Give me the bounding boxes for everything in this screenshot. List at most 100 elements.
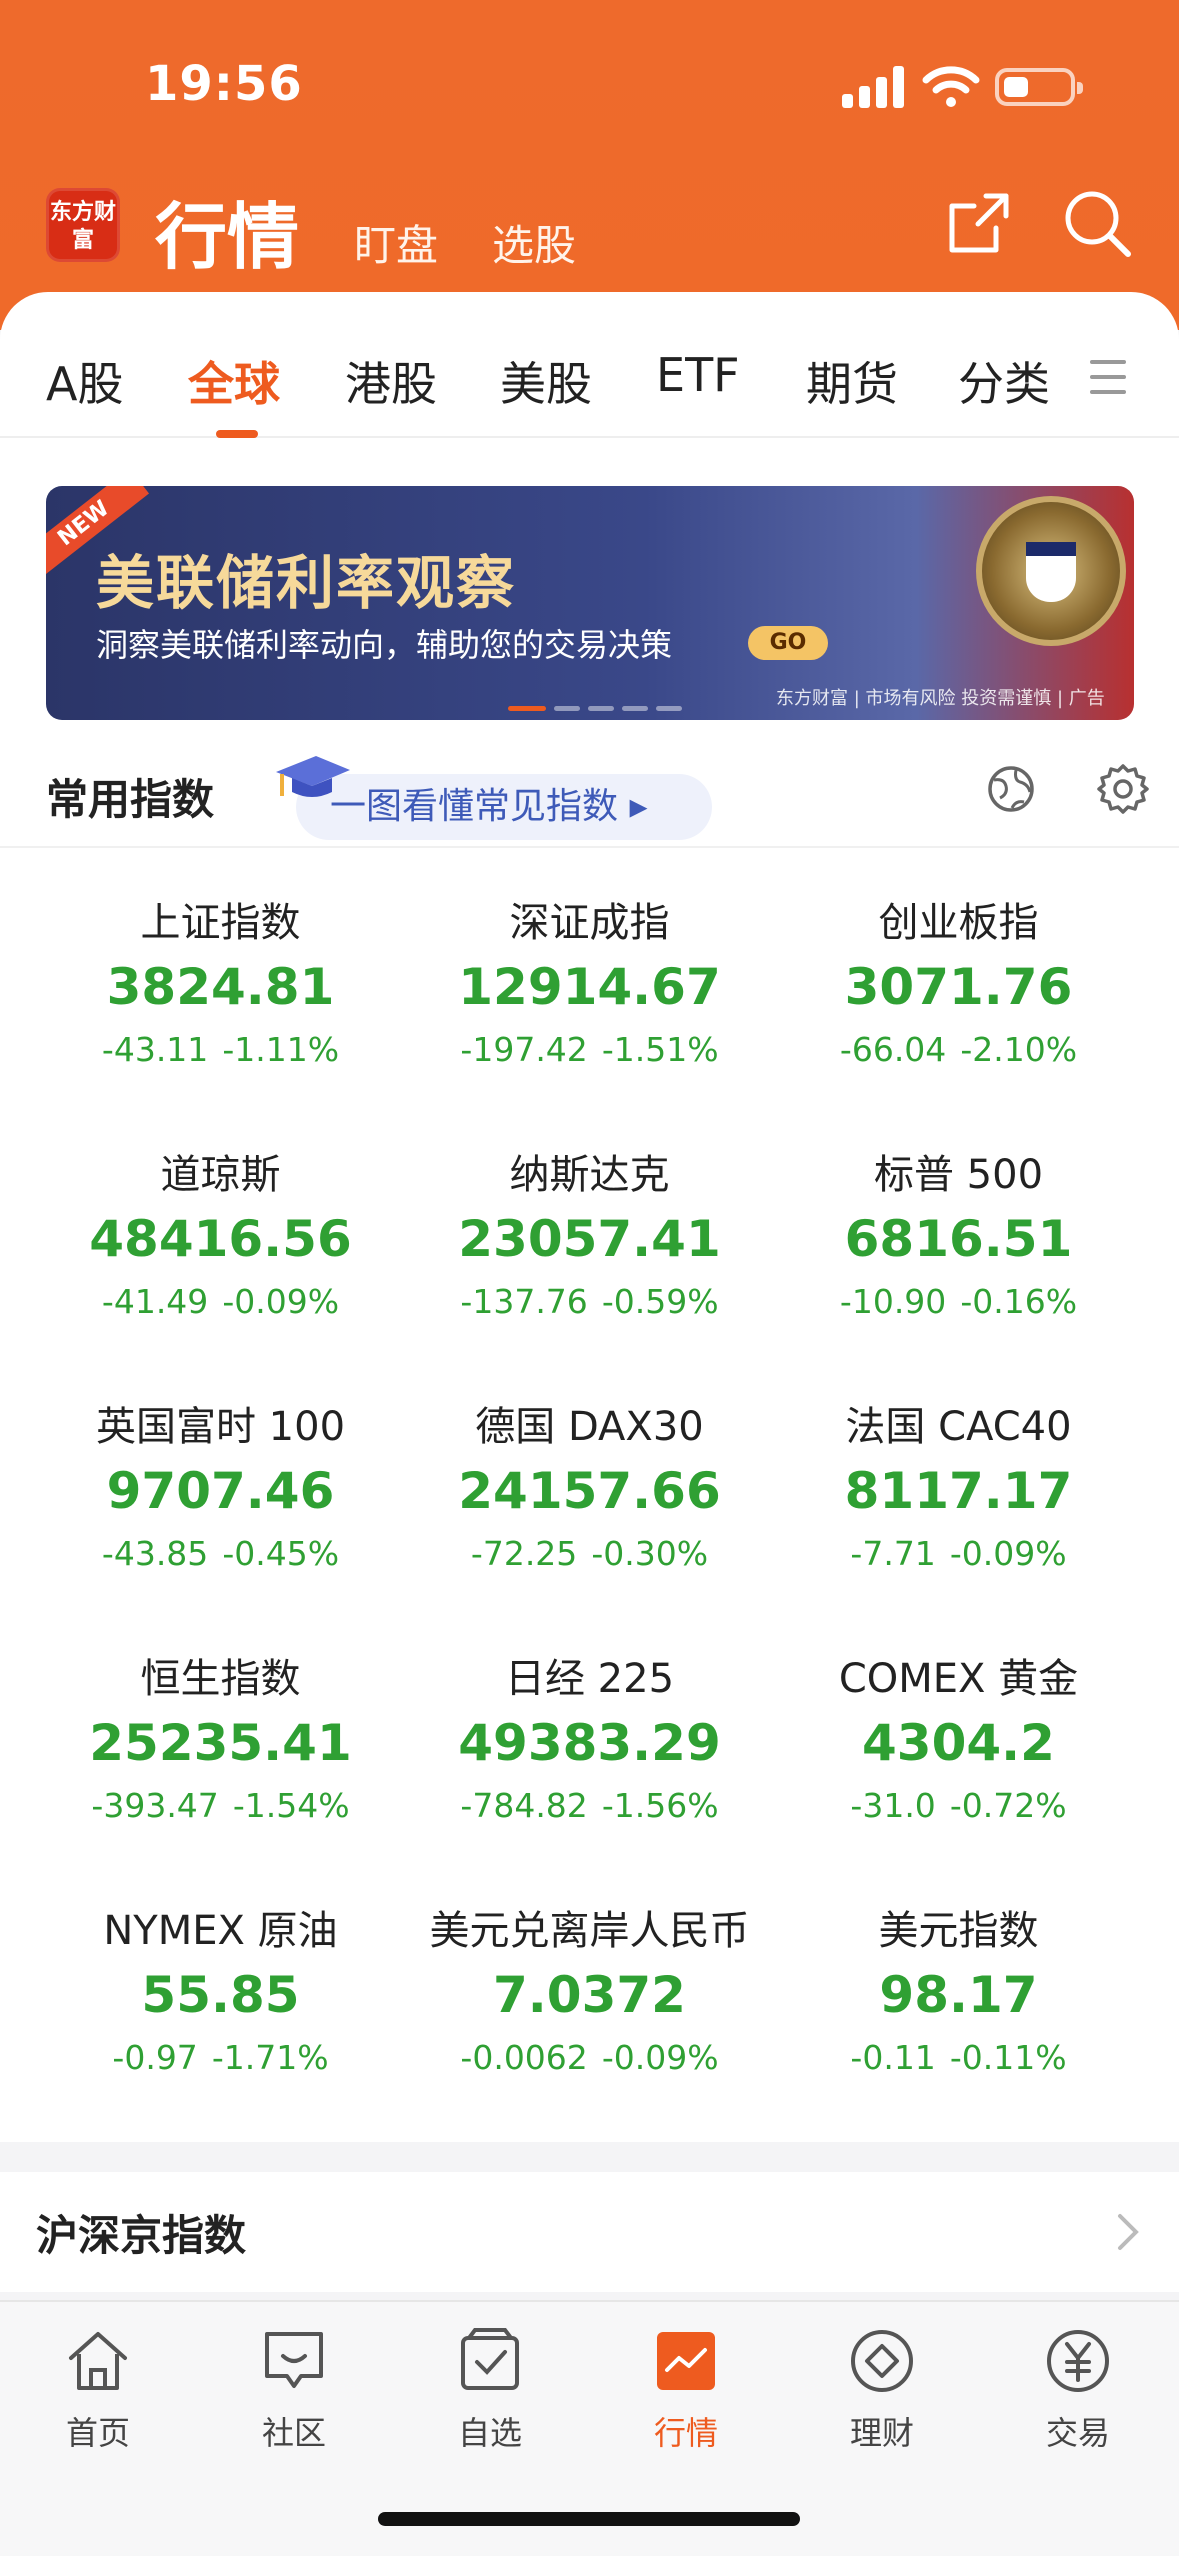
index-price: 3824.81: [106, 958, 335, 1016]
index-name: 法国 CAC40: [845, 1404, 1072, 1450]
globe-icon[interactable]: [986, 764, 1036, 814]
tab-indicator: [216, 430, 258, 438]
index-change: -0.97 -1.71%: [112, 2038, 329, 2077]
battery-icon: [995, 68, 1083, 106]
tab-category[interactable]: 分类: [958, 348, 1050, 414]
index-change: -31.0 -0.72%: [850, 1786, 1067, 1825]
index-change: -43.85 -0.45%: [101, 1534, 340, 1573]
index-price: 8117.17: [844, 1462, 1073, 1520]
tab-us[interactable]: 美股: [500, 348, 592, 414]
tab-futures[interactable]: 期货: [806, 348, 898, 414]
section-divider: [0, 2150, 1179, 2172]
page-title: 行情: [155, 195, 300, 279]
index-card[interactable]: 恒生指数 25235.41 -393.47 -1.54%: [24, 1606, 417, 1858]
nav-market[interactable]: 行情: [588, 2326, 784, 2454]
share-icon[interactable]: [946, 190, 1012, 256]
index-change: -72.25 -0.30%: [470, 1534, 709, 1573]
index-card[interactable]: 道琼斯 48416.56 -41.49 -0.09%: [24, 1102, 417, 1354]
index-change: -41.49 -0.09%: [101, 1282, 340, 1321]
chevron-right-icon: [1118, 2214, 1139, 2250]
index-change: -784.82 -1.56%: [460, 1786, 719, 1825]
tab-watch[interactable]: 盯盘: [354, 212, 438, 273]
index-card[interactable]: 标普 500 6816.51 -10.90 -0.16%: [762, 1102, 1155, 1354]
index-name: NYMEX 原油: [103, 1908, 338, 1954]
index-card[interactable]: NYMEX 原油 55.85 -0.97 -1.71%: [24, 1858, 417, 2110]
index-name: 德国 DAX30: [475, 1404, 704, 1450]
index-card[interactable]: 创业板指 3071.76 -66.04 -2.10%: [762, 850, 1155, 1102]
tab-hk[interactable]: 港股: [345, 348, 437, 414]
watchlist-icon: [461, 2328, 519, 2390]
wealth-icon: [851, 2330, 913, 2392]
nav-market-label: 行情: [653, 2414, 718, 2452]
nav-trade[interactable]: 交易: [980, 2326, 1176, 2454]
hsj-index-row[interactable]: 沪深京指数: [0, 2172, 1179, 2292]
index-price: 98.17: [879, 1966, 1038, 2024]
index-price: 49383.29: [458, 1714, 721, 1772]
index-name: 创业板指: [878, 900, 1039, 946]
signal-icon: [842, 66, 908, 108]
index-name: 纳斯达克: [509, 1152, 670, 1198]
index-price: 25235.41: [89, 1714, 352, 1772]
tab-global[interactable]: 全球: [188, 348, 280, 414]
common-index-header: 常用指数 一图看懂常见指数 ▸: [0, 750, 1179, 848]
index-change: -0.11 -0.11%: [850, 2038, 1067, 2077]
header-bar: 19:56 东方财富 行情 盯盘 选股: [0, 0, 1179, 330]
index-card[interactable]: 美元兑离岸人民币 7.0372 -0.0062 -0.09%: [393, 1858, 786, 2110]
index-card[interactable]: 德国 DAX30 24157.66 -72.25 -0.30%: [393, 1354, 786, 1606]
index-card[interactable]: 英国富时 100 9707.46 -43.85 -0.45%: [24, 1354, 417, 1606]
graduation-cap-icon: [276, 756, 350, 797]
status-bar: 19:56: [0, 0, 1179, 170]
index-card[interactable]: 上证指数 3824.81 -43.11 -1.11%: [24, 850, 417, 1102]
nav-watchlist-label: 自选: [457, 2414, 522, 2452]
market-tabs: A股 全球 港股 美股 ETF 期货 分类: [0, 292, 1179, 438]
gear-icon[interactable]: [1096, 762, 1150, 816]
section-title: 常用指数: [46, 775, 215, 824]
index-price: 7.0372: [493, 1966, 686, 2024]
nav-wealth[interactable]: 理财: [784, 2326, 980, 2454]
index-price: 4304.2: [862, 1714, 1055, 1772]
index-price: 23057.41: [458, 1210, 721, 1268]
index-name: 美元兑离岸人民币: [429, 1908, 750, 1954]
home-indicator: [378, 2512, 800, 2526]
nav-community-label: 社区: [261, 2414, 326, 2452]
index-change: -0.0062 -0.09%: [460, 2038, 719, 2077]
banner-subtitle: 洞察美联储利率动向，辅助您的交易决策: [96, 626, 673, 664]
status-time: 19:56: [145, 56, 303, 112]
index-card[interactable]: 深证成指 12914.67 -197.42 -1.51%: [393, 850, 786, 1102]
nav-home[interactable]: 首页: [0, 2326, 196, 2454]
index-grid: 上证指数 3824.81 -43.11 -1.11% 深证成指 12914.67 …: [0, 850, 1179, 2140]
index-card[interactable]: 日经 225 49383.29 -784.82 -1.56%: [393, 1606, 786, 1858]
banner-title: 美联储利率观察: [96, 549, 517, 617]
wifi-icon: [922, 66, 980, 107]
app-logo: 东方财富: [46, 188, 120, 262]
nav-watchlist[interactable]: 自选: [392, 2326, 588, 2454]
index-name: 道琼斯: [160, 1152, 281, 1198]
index-price: 9707.46: [106, 1462, 335, 1520]
index-card[interactable]: 美元指数 98.17 -0.11 -0.11%: [762, 1858, 1155, 2110]
index-name: 美元指数: [878, 1908, 1039, 1954]
index-price: 55.85: [141, 1966, 300, 2024]
index-price: 6816.51: [844, 1210, 1073, 1268]
nav-wealth-label: 理财: [849, 2414, 914, 2452]
index-name: 上证指数: [140, 900, 301, 946]
index-change: -197.42 -1.51%: [460, 1030, 719, 1069]
carousel-dots: [508, 696, 690, 715]
index-card[interactable]: COMEX 黄金 4304.2 -31.0 -0.72%: [762, 1606, 1155, 1858]
index-name: 深证成指: [509, 900, 670, 946]
fed-rate-banner[interactable]: NEW 美联储利率观察 洞察美联储利率动向，辅助您的交易决策 GO 东方财富 |…: [46, 486, 1134, 720]
hsj-index-title: 沪深京指数: [36, 2211, 247, 2260]
nav-community[interactable]: 社区: [196, 2326, 392, 2454]
index-card[interactable]: 纳斯达克 23057.41 -137.76 -0.59%: [393, 1102, 786, 1354]
tab-a-shares[interactable]: A股: [46, 348, 123, 414]
fed-seal-icon: [976, 496, 1126, 646]
menu-icon[interactable]: [1090, 360, 1126, 396]
index-guide-link[interactable]: 一图看懂常见指数 ▸: [296, 774, 712, 840]
banner-go-button[interactable]: GO: [748, 626, 828, 660]
index-name: 日经 225: [504, 1656, 675, 1702]
community-icon: [265, 2332, 323, 2388]
tab-stock-picker[interactable]: 选股: [492, 212, 576, 273]
index-change: -43.11 -1.11%: [101, 1030, 340, 1069]
index-card[interactable]: 法国 CAC40 8117.17 -7.71 -0.09%: [762, 1354, 1155, 1606]
tab-etf[interactable]: ETF: [656, 348, 740, 402]
search-icon[interactable]: [1062, 188, 1132, 258]
